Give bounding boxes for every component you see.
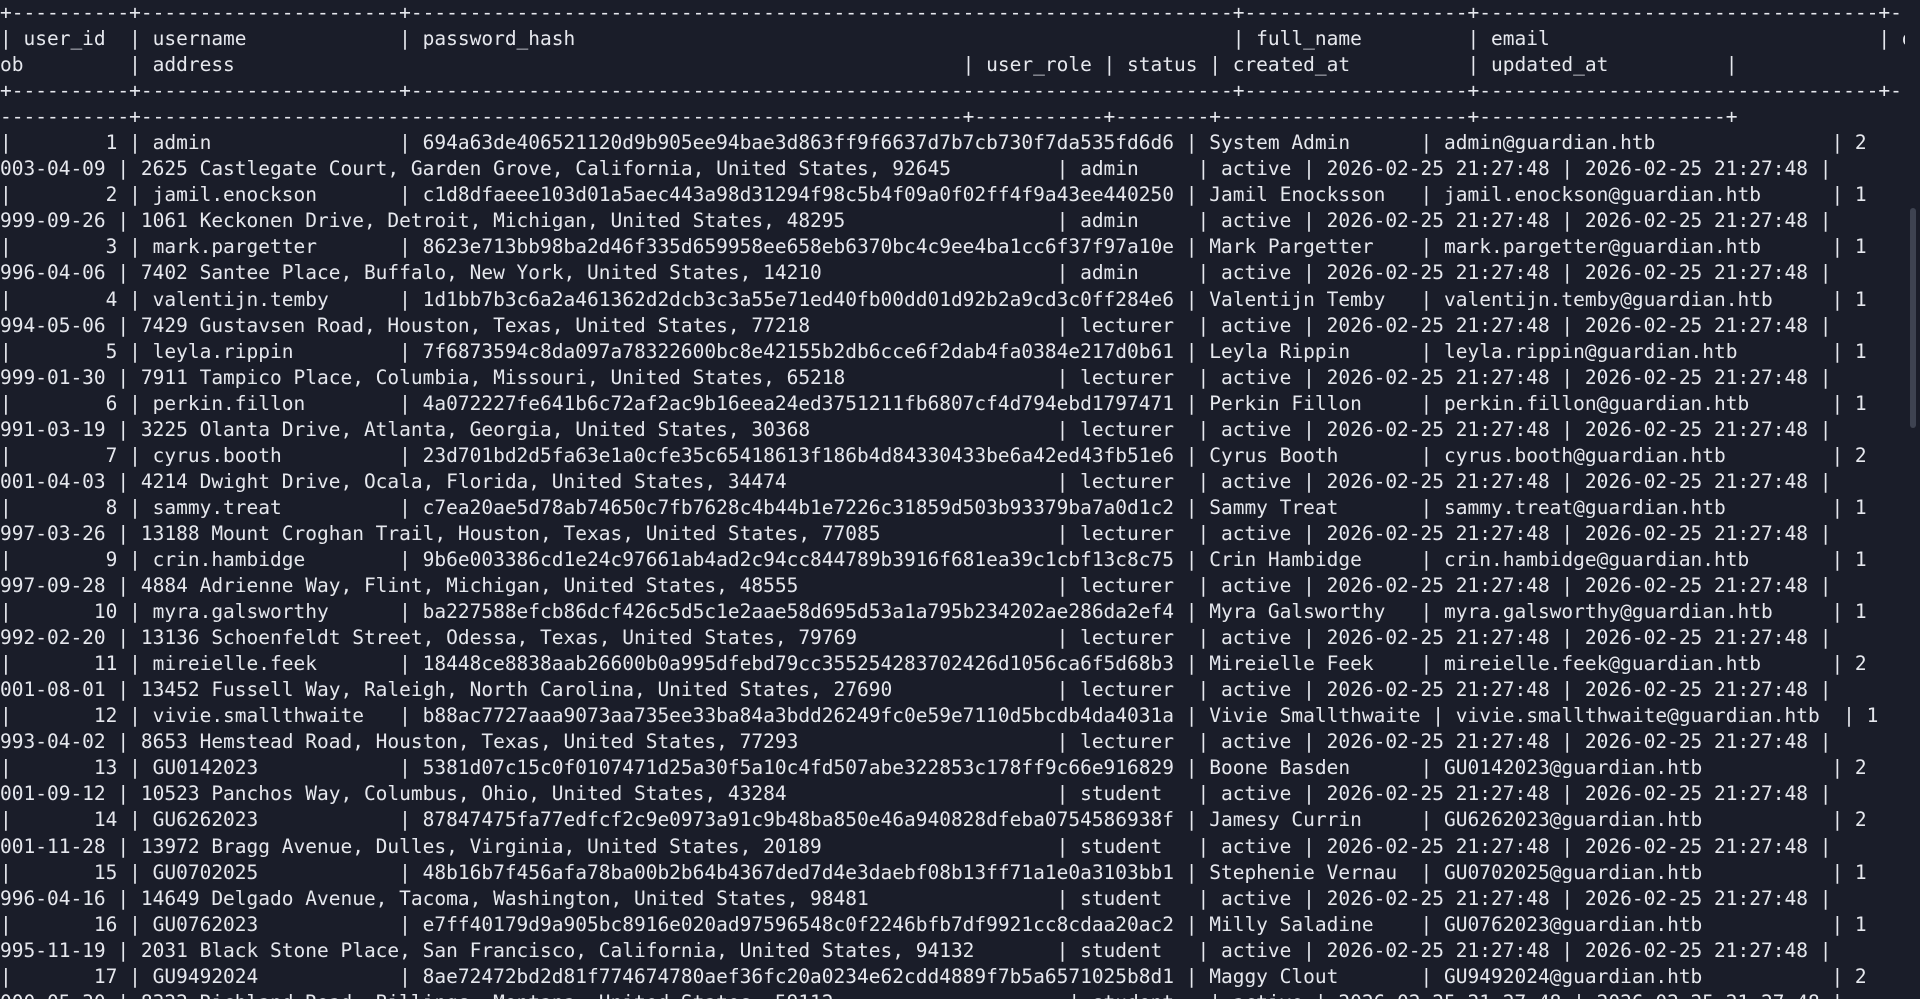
terminal-line: | 14 | GU6262023 | 87847475fa77edfcf2c9e… <box>0 808 1867 832</box>
terminal-line: 997-03-26 | 13188 Mount Croghan Trail, H… <box>0 521 1832 545</box>
terminal-line: | 1 | admin | 694a63de406521120d9b905ee9… <box>0 131 1867 155</box>
terminal-line: +----------+----------------------+-----… <box>0 1 1905 24</box>
terminal-line: | 13 | GU0142023 | 5381d07c15c0f0107471d… <box>0 756 1867 780</box>
terminal-output: +----------+----------------------+-----… <box>0 0 1905 999</box>
terminal-line: 001-11-28 | 13972 Bragg Avenue, Dulles, … <box>0 834 1832 858</box>
terminal-line: | 7 | cyrus.booth | 23d701bd2d5fa63e1a0c… <box>0 443 1867 467</box>
terminal-line: 992-02-20 | 13136 Schoenfeldt Street, Od… <box>0 626 1832 650</box>
terminal-line: 999-01-30 | 7911 Tampico Place, Columbia… <box>0 365 1832 389</box>
terminal-line: | 2 | jamil.enockson | c1d8dfaeee103d01a… <box>0 183 1867 207</box>
terminal-line: 996-04-16 | 14649 Delgado Avenue, Tacoma… <box>0 886 1832 910</box>
terminal-line: 001-04-03 | 4214 Dwight Drive, Ocala, Fl… <box>0 469 1832 493</box>
terminal-line: 996-04-06 | 7402 Santee Place, Buffalo, … <box>0 261 1832 285</box>
terminal-line: 995-11-19 | 2031 Black Stone Place, San … <box>0 938 1832 962</box>
terminal-line: | 15 | GU0702025 | 48b16b7f456afa78ba00b… <box>0 860 1867 884</box>
terminal-line: | 12 | vivie.smallthwaite | b88ac7727aaa… <box>0 704 1879 728</box>
terminal-line: | 10 | myra.galsworthy | ba227588efcb86d… <box>0 600 1867 624</box>
terminal-line: 000-05-30 | 8322 Richland Road, Billings… <box>0 990 1905 999</box>
terminal-line: | user_id | username | password_hash | f… <box>0 27 1905 51</box>
terminal-line: ob | address | user_role | status | crea… <box>0 53 1738 77</box>
terminal-line: +----------+----------------------+-----… <box>0 79 1905 103</box>
terminal-line: | 4 | valentijn.temby | 1d1bb7b3c6a2a461… <box>0 287 1867 311</box>
terminal-line: 999-09-26 | 1061 Keckonen Drive, Detroit… <box>0 209 1832 233</box>
terminal-line: 994-05-06 | 7429 Gustavsen Road, Houston… <box>0 313 1832 337</box>
terminal-line: -----------+----------------------------… <box>0 105 1738 129</box>
terminal-line: 993-04-02 | 8653 Hemstead Road, Houston,… <box>0 730 1832 754</box>
scrollbar-thumb[interactable] <box>1910 208 1916 428</box>
scrollbar[interactable] <box>1906 0 1920 999</box>
terminal-line: | 6 | perkin.fillon | 4a072227fe641b6c72… <box>0 391 1867 415</box>
terminal-line: 991-03-19 | 3225 Olanta Drive, Atlanta, … <box>0 417 1832 441</box>
terminal-line: | 17 | GU9492024 | 8ae72472bd2d81f774674… <box>0 964 1867 988</box>
terminal-line: 001-09-12 | 10523 Panchos Way, Columbus,… <box>0 782 1832 806</box>
terminal-line: 003-04-09 | 2625 Castlegate Court, Garde… <box>0 157 1832 181</box>
terminal-line: | 16 | GU0762023 | e7ff40179d9a905bc8916… <box>0 912 1867 936</box>
terminal-window[interactable]: +----------+----------------------+-----… <box>0 0 1920 999</box>
terminal-line: 997-09-28 | 4884 Adrienne Way, Flint, Mi… <box>0 574 1832 598</box>
terminal-line: | 3 | mark.pargetter | 8623e713bb98ba2d4… <box>0 235 1867 259</box>
terminal-line: | 11 | mireielle.feek | 18448ce8838aab26… <box>0 652 1867 676</box>
terminal-line: | 8 | sammy.treat | c7ea20ae5d78ab74650c… <box>0 495 1867 519</box>
terminal-line: | 5 | leyla.rippin | 7f6873594c8da097a78… <box>0 339 1867 363</box>
terminal-line: 001-08-01 | 13452 Fussell Way, Raleigh, … <box>0 678 1832 702</box>
terminal-line: | 9 | crin.hambidge | 9b6e003386cd1e24c9… <box>0 547 1867 571</box>
